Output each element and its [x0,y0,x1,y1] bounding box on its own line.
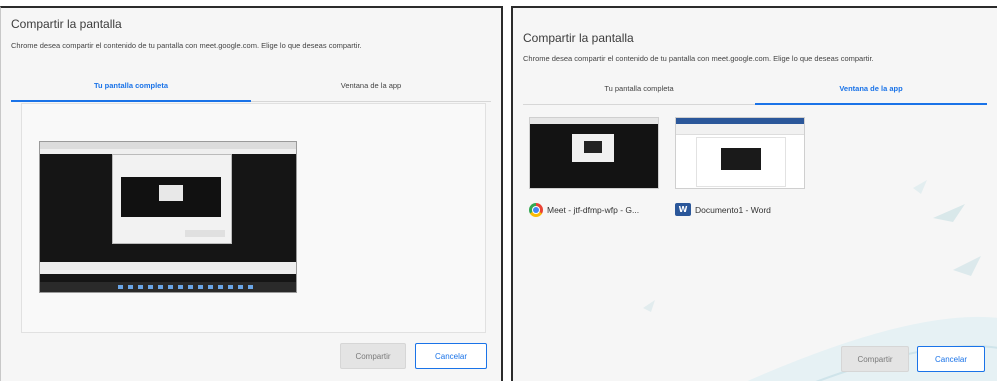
tab-app-window[interactable]: Ventana de la app [251,79,491,101]
thumbnail-dialog [112,154,232,244]
share-screen-dialog-app-window: Compartir la pantalla Chrome desea compa… [511,6,997,381]
window-label: W Documento1 - Word [675,203,805,216]
tab-full-screen[interactable]: Tu pantalla completa [11,79,251,102]
dialog-title: Compartir la pantalla [11,17,122,31]
tab-bar: Tu pantalla completa Ventana de la app [523,82,987,105]
window-picker-area: Meet - jtf-dfmp-wfp - G... W Documento1 … [529,103,982,331]
window-title: Meet - jtf-dfmp-wfp - G... [547,205,640,215]
thumbnail-word-toolbar [676,124,804,135]
thumbnail-taskbar [40,282,296,292]
share-button[interactable]: Compartir [340,343,406,369]
window-title: Documento1 - Word [695,204,771,215]
cancel-button[interactable]: Cancelar [415,343,487,369]
share-button[interactable]: Compartir [841,346,909,372]
window-thumbnail-meet [529,117,659,189]
dialog-description: Chrome desea compartir el contenido de t… [11,41,362,50]
screen-picker-area [21,103,486,333]
cancel-button[interactable]: Cancelar [917,346,985,372]
window-label: Meet - jtf-dfmp-wfp - G... [529,203,659,217]
window-thumbnail-word [675,117,805,189]
word-icon: W [675,203,691,216]
thumbnail-browser-tabs [40,142,296,149]
thumbnail-share-dialog [572,134,614,162]
window-option-word[interactable]: W Documento1 - Word [675,117,805,216]
full-screen-thumbnail[interactable] [39,141,297,293]
window-option-meet[interactable]: Meet - jtf-dfmp-wfp - G... [529,117,659,217]
thumbnail-word-document [696,137,786,187]
share-screen-dialog-fullscreen: Compartir la pantalla Chrome desea compa… [0,6,503,381]
thumbnail-dialog-preview [121,177,221,217]
thumbnail-dialog-buttons [185,230,225,237]
dialog-description: Chrome desea compartir el contenido de t… [523,54,874,63]
tab-full-screen[interactable]: Tu pantalla completa [523,82,755,104]
dialog-title: Compartir la pantalla [523,31,634,45]
thumbnail-meet-controls [40,262,296,274]
screenshot-root: Compartir la pantalla Chrome desea compa… [0,0,997,381]
tab-bar: Tu pantalla completa Ventana de la app [11,79,491,102]
tab-app-window[interactable]: Ventana de la app [755,82,987,105]
chrome-icon [529,203,543,217]
